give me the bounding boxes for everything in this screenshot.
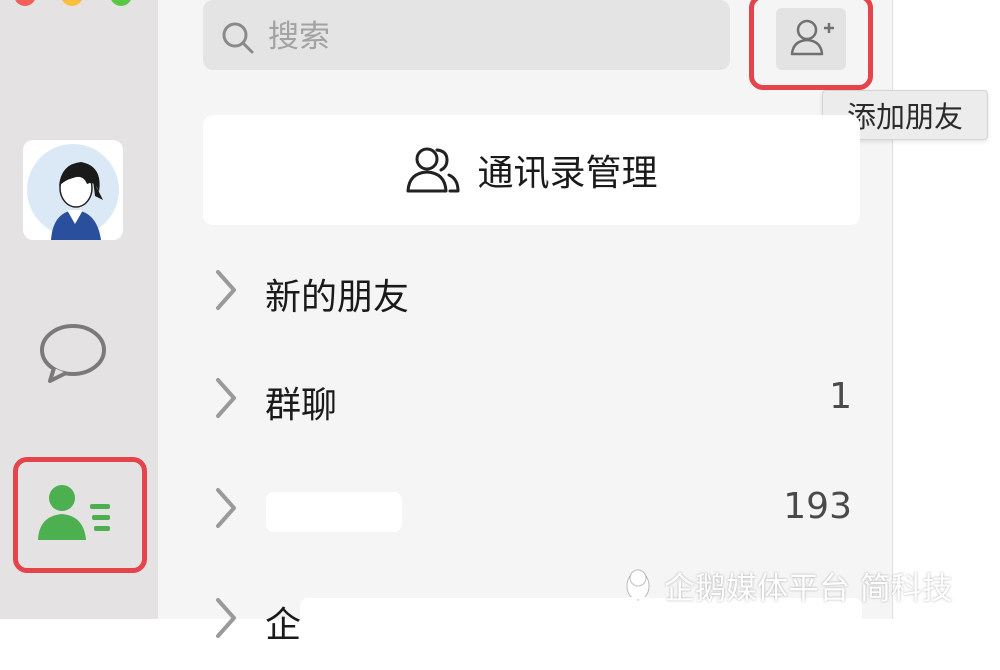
contacts-manager-label: 通讯录管理 bbox=[477, 153, 658, 194]
window-close-button[interactable] bbox=[14, 0, 36, 6]
search-input[interactable] bbox=[268, 14, 698, 60]
contacts-icon bbox=[406, 147, 460, 193]
window-zoom-button[interactable] bbox=[110, 0, 132, 6]
watermark-text: 企鹅媒体平台 简科技 bbox=[664, 570, 953, 607]
contacts-nav-icon[interactable] bbox=[36, 482, 112, 542]
watermark: 企鹅媒体平台 简科技 bbox=[620, 563, 953, 607]
chevron-right-icon bbox=[216, 270, 236, 310]
list-item-count: 1 bbox=[829, 376, 852, 417]
redaction-mask bbox=[266, 492, 402, 532]
avatar[interactable] bbox=[23, 140, 123, 240]
add-friend-highlight bbox=[749, 0, 873, 90]
penguin-logo-icon bbox=[623, 569, 653, 603]
chat-icon[interactable] bbox=[38, 322, 108, 384]
list-item-count: 193 bbox=[783, 486, 852, 527]
chevron-right-icon bbox=[216, 488, 236, 528]
window-minimize-button[interactable] bbox=[61, 0, 83, 6]
list-item-label: 新的朋友 bbox=[265, 277, 410, 318]
list-item-label: 群聊 bbox=[265, 385, 338, 426]
list-item-label: 企 bbox=[265, 605, 302, 646]
search-icon bbox=[222, 22, 254, 54]
chevron-right-icon bbox=[216, 378, 236, 418]
contacts-manager-button[interactable]: 通讯录管理 bbox=[203, 115, 860, 225]
nav-rail bbox=[0, 0, 158, 619]
chevron-right-icon bbox=[216, 598, 236, 638]
